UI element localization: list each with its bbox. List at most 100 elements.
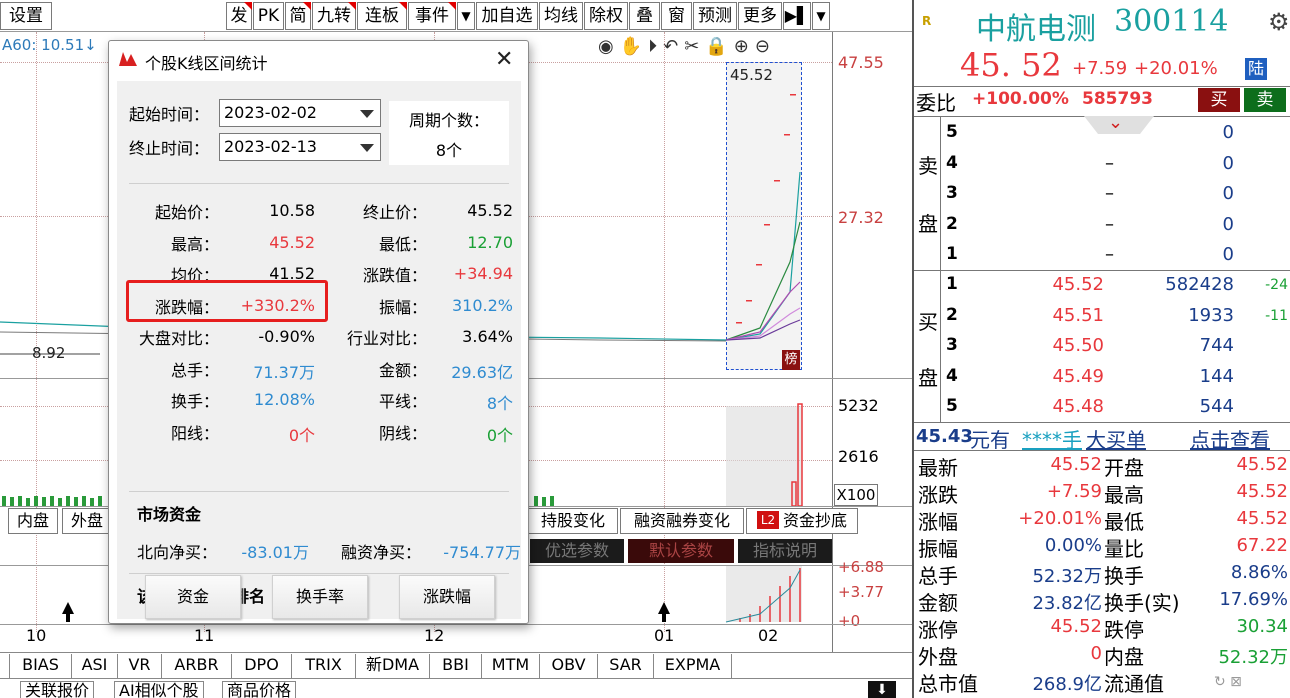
default-params-tab[interactable]: 默认参数 (628, 539, 734, 563)
indicator-tab-dma[interactable]: 新DMA (356, 654, 430, 678)
watermark: ↻ ⊠ (1214, 674, 1242, 690)
tab-capital-bottom[interactable]: L2 资金抄底 (746, 508, 858, 534)
start-date-picker[interactable]: 2023-02-02 (219, 99, 381, 127)
stat-label: 振幅： (378, 297, 427, 317)
toolbar-more-button[interactable]: 更多 (738, 2, 782, 30)
big-order-bar[interactable]: 45.43 元有 ****手 大买单 点击查看 (914, 424, 1290, 453)
big-buy-link[interactable]: 大买单 (1086, 424, 1146, 453)
tab-margin-change[interactable]: 融资融券变化 (620, 508, 744, 534)
chevron-down-icon (360, 144, 374, 152)
quote-value: +7.59 (1046, 481, 1102, 502)
date-axis-line (0, 624, 912, 625)
toolbar-pk-button[interactable]: PK (253, 2, 284, 30)
quote-label: 外盘 (918, 645, 958, 669)
date-label-oct: 10 (26, 626, 47, 645)
sell-button[interactable]: 卖 (1244, 88, 1286, 112)
indicator-tab-vr[interactable]: VR (118, 654, 162, 678)
tab-ai-similar[interactable]: AI相似个股 (114, 681, 204, 698)
rank-turnover-button[interactable]: 换手率 (272, 575, 368, 619)
price-axis (832, 32, 833, 652)
toolbar-dropdown-icon[interactable]: ▼ (457, 2, 475, 30)
order-volume: 144 (1199, 365, 1234, 387)
toolbar-window-button[interactable]: 窗 (661, 2, 692, 30)
close-icon[interactable]: ✕ (495, 47, 513, 72)
toolbar-jiuzhuan-button[interactable]: 九转 (312, 2, 356, 30)
order-price: – (1105, 152, 1114, 174)
check-link[interactable]: 点击查看 (1190, 424, 1270, 453)
order-price: 45.51 (1052, 304, 1104, 326)
tab-holding-change[interactable]: 持股变化 (528, 508, 618, 534)
r-badge: R (922, 14, 932, 28)
indicator-tab-obv[interactable]: OBV (540, 654, 598, 678)
toolbar-ma-button[interactable]: 均线 (539, 2, 583, 30)
divider (129, 491, 509, 492)
quote-label: 最低 (1104, 510, 1144, 534)
download-arrow-icon[interactable]: ⬇ (868, 681, 896, 698)
gear-icon[interactable]: ⚙ (1268, 8, 1290, 36)
quote-value: 23.82亿 (1032, 593, 1102, 614)
stock-name: 中航电测 (976, 12, 1096, 47)
tab-inner-disc[interactable]: 内盘 (8, 508, 58, 534)
toolbar-event-button[interactable]: 事件 (408, 2, 456, 30)
order-volume: 582428 (1165, 274, 1234, 295)
indicator-tab-arbr[interactable]: ARBR (162, 654, 232, 678)
indicator-tab-expma[interactable]: EXPMA (654, 654, 732, 678)
quote-value: 45.52 (1050, 616, 1102, 637)
indicator-help-tab[interactable]: 指标说明 (738, 539, 832, 563)
dialog-title: 个股K线区间统计 (145, 54, 268, 73)
divider (914, 270, 1290, 271)
stat-value: 310.2% (451, 295, 513, 315)
stat-value: 3.64% (462, 327, 513, 346)
quote-label: 涨幅 (918, 510, 958, 534)
indicator-tab-trix[interactable]: TRIX (292, 654, 356, 678)
quote-label: 金额 (918, 591, 958, 615)
indicator-tab-sar[interactable]: SAR (598, 654, 654, 678)
tab-outer-disc[interactable]: 外盘 (62, 508, 112, 534)
quote-value: 45.52 (1050, 454, 1102, 475)
toolbar-exright-button[interactable]: 除权 (584, 2, 628, 30)
volume-tick-high: 5232 (838, 396, 879, 415)
tab-commodity-price[interactable]: 商品价格 (222, 681, 297, 698)
rank-capital-button[interactable]: 资金 (145, 575, 241, 619)
pin-icon[interactable]: ▶▌ (783, 2, 811, 30)
order-volume: 0 (1222, 244, 1234, 265)
quote-value: 52.32万 (1218, 647, 1288, 668)
app-window: 设置 发 PK 简 九转 连板 事件 ▼ 加自选 均线 除权 叠 窗 预测 更多… (0, 0, 1290, 698)
indicator-tab-asi[interactable]: ASI (72, 654, 118, 678)
toolbar-overlay-button[interactable]: 叠 (629, 2, 660, 30)
low-price-label: 8.92 (32, 344, 66, 362)
stat-value: +34.94 (453, 264, 513, 283)
divider (914, 422, 1290, 423)
buy-button[interactable]: 买 (1198, 88, 1240, 112)
rank-change-button[interactable]: 涨跌幅 (399, 575, 495, 619)
chevron-down-icon (360, 110, 374, 118)
tab-related-quotes[interactable]: 关联报价 (20, 681, 95, 698)
quote-value: 0.00% (1044, 535, 1102, 556)
quote-value: 67.22 (1236, 535, 1288, 556)
indicator-tab-bbi[interactable]: BBI (430, 654, 482, 678)
toolbar-lianban-button[interactable]: 连板 (357, 2, 407, 30)
settings-button[interactable]: 设置 (0, 2, 52, 30)
tab-capital-bottom-label: 资金抄底 (782, 511, 847, 530)
add-favorite-button[interactable]: 加自选 (476, 2, 538, 30)
quote-label: 振幅 (918, 537, 958, 561)
preferred-params-tab[interactable]: 优选参数 (530, 539, 624, 563)
order-level: 5 (946, 122, 958, 142)
toolbar-forecast-button[interactable]: 预测 (693, 2, 737, 30)
indicator-tab-bias[interactable]: BIAS (10, 654, 72, 678)
end-date-picker[interactable]: 2023-02-13 (219, 133, 381, 161)
lu-badge[interactable]: 陆 (1245, 58, 1267, 80)
toolbar-more-dropdown-icon[interactable]: ▼ (812, 2, 830, 30)
toolbar-fa-button[interactable]: 发 (226, 2, 252, 30)
chevron-down-icon[interactable]: ⌄ (1108, 112, 1123, 133)
stat-label: 起始价： (154, 203, 219, 222)
order-price: 45.48 (1052, 396, 1104, 417)
period-count-label: 周期个数： (408, 111, 489, 130)
volume-unit[interactable]: X100 (834, 484, 878, 506)
stat-value: 10.58 (269, 201, 315, 220)
price-change: +7.59 (1072, 58, 1128, 79)
toolbar-jian-button[interactable]: 简 (285, 2, 311, 30)
indicator-tab-mtm[interactable]: MTM (482, 654, 540, 678)
stat-value: 45.52 (467, 201, 513, 220)
indicator-tab-dpo[interactable]: DPO (232, 654, 292, 678)
